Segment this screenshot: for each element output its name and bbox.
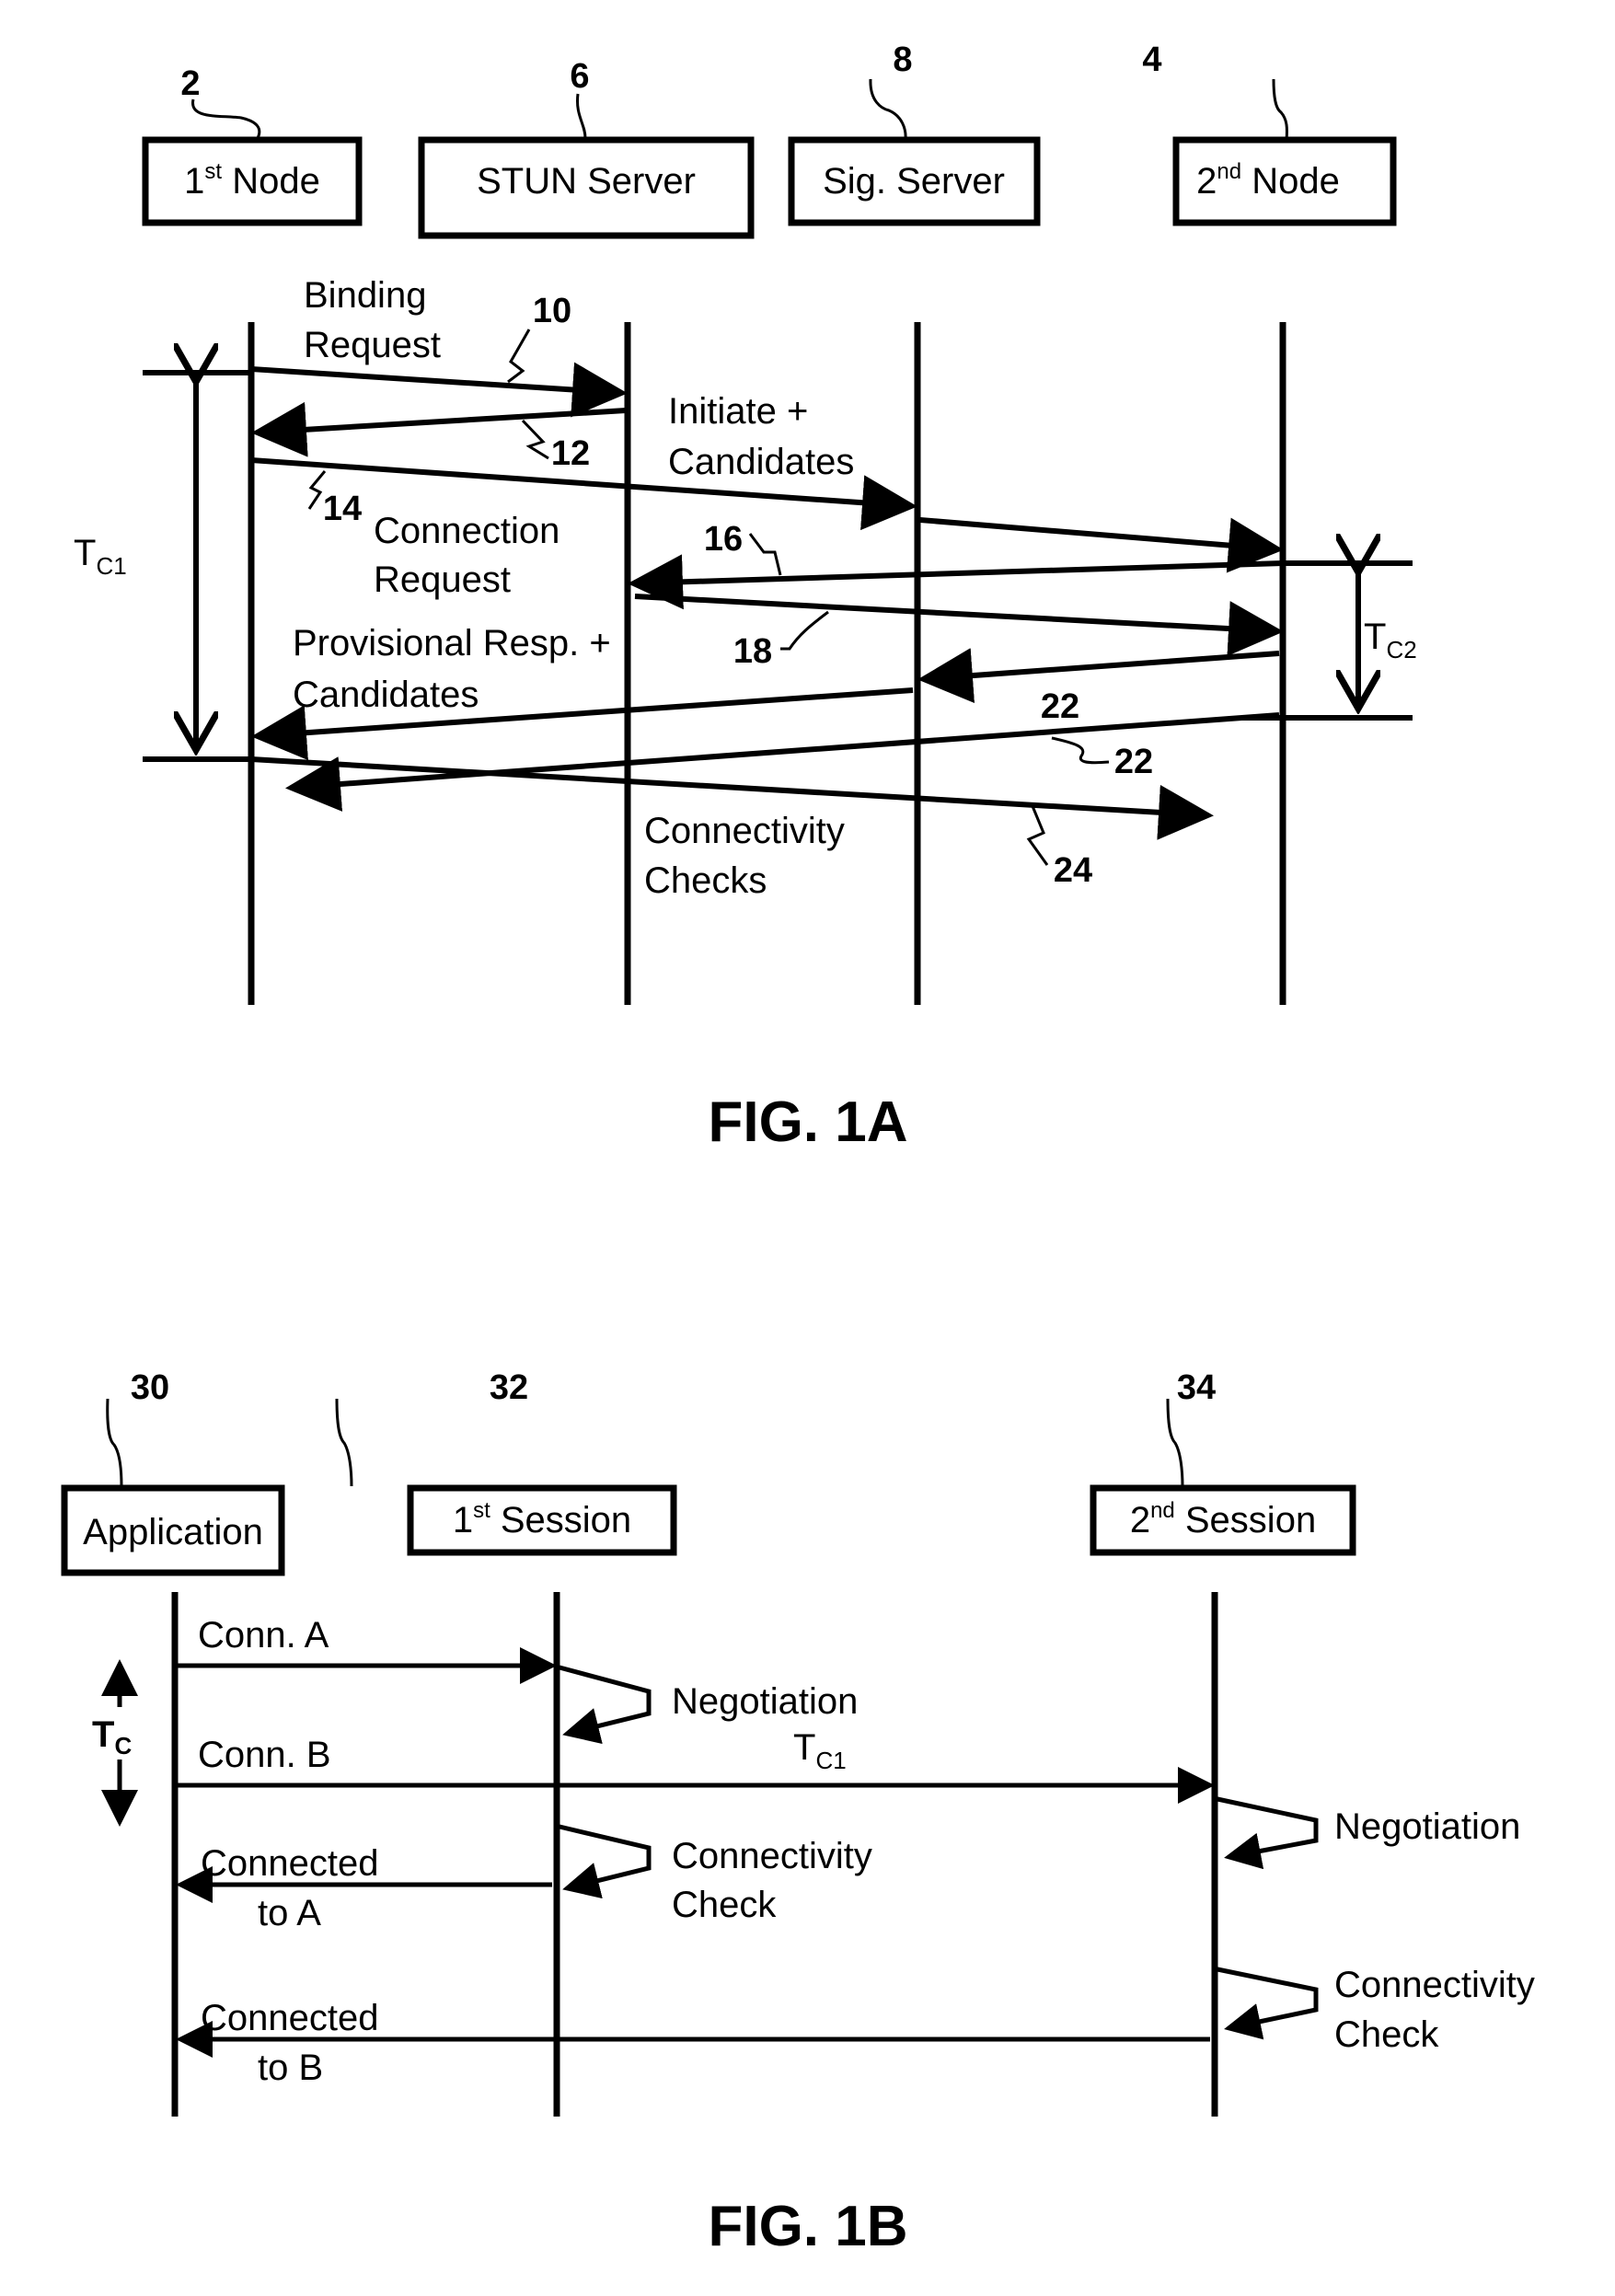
ref-number: 14 bbox=[323, 490, 362, 528]
ref-number: 4 bbox=[1142, 40, 1161, 79]
ref-number: 24 bbox=[1054, 851, 1092, 890]
leader-line-32 bbox=[335, 1398, 353, 1487]
ref-number: 16 bbox=[704, 520, 743, 559]
figure-caption: FIG. 1A bbox=[708, 1090, 907, 1154]
fig-1a: 2 1st Node 6 STUN Server 8 Sig. Server 4… bbox=[74, 40, 1417, 1154]
note-label: Negotiation bbox=[1334, 1806, 1520, 1847]
note-label: Connectivity bbox=[1334, 1965, 1535, 2005]
message-label: Provisional Resp. + bbox=[293, 623, 611, 663]
participant-label: STUN Server bbox=[477, 161, 696, 202]
message-binding-request: Binding Request 10 bbox=[250, 275, 628, 418]
leader-line bbox=[869, 78, 907, 141]
message-connection-request: Connection Request 16 bbox=[374, 511, 1284, 610]
ref-number: 32 bbox=[490, 1368, 528, 1407]
message-label: Request bbox=[374, 560, 511, 600]
message-connected-to-a: Connected to A bbox=[176, 1843, 552, 1933]
ref-number-22: 22 bbox=[1114, 743, 1153, 781]
ref-number: 8 bbox=[893, 40, 912, 79]
participant-application: 30 Application bbox=[61, 1368, 285, 1576]
note-label: Check bbox=[672, 1885, 777, 1925]
ref-number: 2 bbox=[180, 64, 200, 103]
self-note-connectivity-1st: Connectivity Check bbox=[559, 1824, 872, 1925]
message-connected-to-b: Connected to B bbox=[176, 1998, 1210, 2088]
message-label: Checks bbox=[644, 860, 767, 901]
message-label: Candidates bbox=[668, 442, 854, 482]
patent-drawing: 2 1st Node 6 STUN Server 8 Sig. Server 4… bbox=[61, 40, 1535, 2258]
message-conn-a: Conn. A bbox=[177, 1615, 557, 1684]
self-arrow bbox=[559, 1665, 652, 1745]
leader-line bbox=[1272, 78, 1288, 141]
ref-number: 18 bbox=[733, 632, 772, 671]
figure-caption: FIG. 1B bbox=[708, 2195, 907, 2258]
ref-number: 6 bbox=[570, 57, 589, 96]
self-note-negotiation-2nd: Negotiation bbox=[1217, 1796, 1520, 1870]
leader-line bbox=[1166, 1398, 1184, 1487]
ref-number: 12 bbox=[551, 434, 590, 473]
message-label: Conn. B bbox=[198, 1735, 331, 1775]
tc1-label: TC1 bbox=[74, 533, 127, 580]
ref-number: 30 bbox=[131, 1368, 169, 1407]
participant-label: Sig. Server bbox=[823, 161, 1005, 202]
message-label: to B bbox=[258, 2048, 323, 2088]
participant-label: Application bbox=[83, 1512, 263, 1552]
self-note-negotiation-1st: Negotiation TC1 bbox=[559, 1665, 858, 1774]
message-label: Candidates bbox=[293, 675, 479, 715]
note-label: Negotiation bbox=[672, 1681, 858, 1722]
arrow bbox=[917, 648, 1280, 704]
leader-line bbox=[1026, 805, 1049, 866]
arrow bbox=[250, 362, 628, 418]
ref-number: 10 bbox=[533, 292, 571, 330]
participant-label: 1st Node bbox=[184, 159, 320, 202]
participant-1st-session: 32 1st Session bbox=[335, 1368, 677, 1556]
message-label: Connection bbox=[374, 511, 559, 551]
arrow bbox=[634, 594, 1284, 657]
participant-sig-server: 8 Sig. Server bbox=[788, 40, 1041, 226]
note-label: Check bbox=[1334, 2014, 1439, 2055]
message-label: Initiate + bbox=[668, 391, 808, 432]
leader-line bbox=[191, 98, 261, 139]
message-label: Connectivity bbox=[644, 811, 845, 851]
self-arrow bbox=[1217, 1967, 1319, 2040]
ref-number: 22 bbox=[1041, 687, 1079, 726]
message-conn-b: Conn. B bbox=[177, 1735, 1215, 1804]
self-arrow bbox=[1217, 1796, 1319, 1870]
leader-line bbox=[106, 1398, 123, 1487]
leader-line bbox=[575, 93, 587, 139]
leader-line bbox=[748, 533, 782, 576]
tc-label: TC bbox=[92, 1714, 132, 1759]
participant-2nd-session: 34 2nd Session bbox=[1090, 1368, 1356, 1556]
arrow bbox=[251, 401, 627, 457]
message-label: Request bbox=[304, 325, 441, 365]
participant-1st-node: 2 1st Node bbox=[142, 64, 363, 226]
message-label: Connected bbox=[201, 1843, 378, 1884]
message-label: to A bbox=[258, 1893, 321, 1933]
message-label: Connected bbox=[201, 1998, 378, 2038]
leader-line bbox=[780, 610, 829, 651]
participant-2nd-node: 4 2nd Node bbox=[1142, 40, 1397, 226]
note-label: Connectivity bbox=[672, 1836, 872, 1876]
self-arrow bbox=[559, 1824, 652, 1899]
tc2-label: TC2 bbox=[1364, 617, 1417, 663]
leader-line bbox=[521, 419, 549, 460]
leader-line bbox=[507, 329, 531, 384]
ref-number: 34 bbox=[1177, 1368, 1216, 1407]
self-note-connectivity-2nd: Connectivity Check bbox=[1217, 1965, 1535, 2055]
arrow bbox=[628, 554, 1284, 610]
arrow bbox=[250, 756, 1214, 840]
arrow-forward bbox=[919, 517, 1284, 573]
participant-stun-server: 6 STUN Server bbox=[418, 57, 755, 239]
leader-line bbox=[1051, 736, 1110, 765]
fig-1b: 30 Application 32 1st Session 34 2nd Ses… bbox=[61, 1368, 1535, 2258]
tc1-label: TC1 bbox=[793, 1727, 847, 1774]
message-label: Binding bbox=[304, 275, 426, 316]
message-label: Conn. A bbox=[198, 1615, 329, 1656]
